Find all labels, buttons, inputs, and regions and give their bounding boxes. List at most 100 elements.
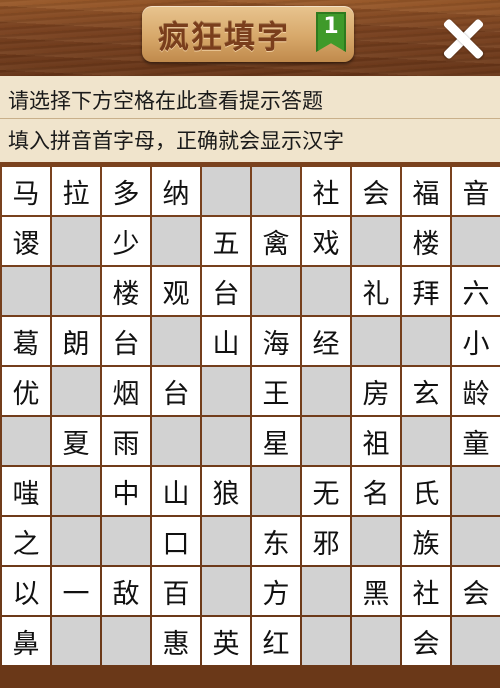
grid-cell-empty[interactable] — [302, 367, 350, 415]
grid-cell-filled: 纳 — [152, 167, 200, 215]
game-title: 疯狂填字 — [158, 20, 290, 56]
grid-cell-filled: 星 — [252, 417, 300, 465]
grid-cell-filled: 观 — [152, 267, 200, 315]
grid-cell-empty[interactable] — [452, 467, 500, 515]
hint-line-2: 填入拼音首字母，正确就会显示汉字 — [8, 129, 344, 153]
grid-cell-filled: 童 — [452, 417, 500, 465]
grid-cell-filled: 禽 — [252, 217, 300, 265]
hint-line-1: 请选择下方空格在此查看提示答题 — [8, 89, 323, 113]
level-badge: 1 — [316, 12, 346, 52]
crossword-board: 马拉多纳社会福音谡少五禽戏楼楼观台礼拜六葛朗台山海经小优烟台王房玄龄夏雨星祖童嗤… — [0, 162, 500, 688]
grid-cell-empty[interactable] — [102, 617, 150, 665]
grid-cell-filled: 邪 — [302, 517, 350, 565]
grid-cell-filled: 百 — [152, 567, 200, 615]
grid-cell-filled: 氏 — [402, 467, 450, 515]
grid-cell-filled: 夏 — [52, 417, 100, 465]
grid-cell-empty[interactable] — [202, 517, 250, 565]
grid-cell-filled: 社 — [402, 567, 450, 615]
grid-cell-filled: 朗 — [52, 317, 100, 365]
grid-cell-filled: 鼻 — [2, 617, 50, 665]
grid-cell-filled: 楼 — [102, 267, 150, 315]
grid-cell-filled: 祖 — [352, 417, 400, 465]
grid-cell-filled: 社 — [302, 167, 350, 215]
grid-cell-empty[interactable] — [452, 617, 500, 665]
grid-cell-filled: 王 — [252, 367, 300, 415]
grid-cell-filled: 山 — [202, 317, 250, 365]
grid-cell-empty[interactable] — [202, 567, 250, 615]
grid-cell-empty[interactable] — [202, 417, 250, 465]
grid-cell-filled: 惠 — [152, 617, 200, 665]
grid-cell-empty[interactable] — [252, 167, 300, 215]
grid-cell-filled: 葛 — [2, 317, 50, 365]
grid-cell-filled: 房 — [352, 367, 400, 415]
grid-cell-empty[interactable] — [352, 617, 400, 665]
grid-cell-empty[interactable] — [152, 317, 200, 365]
grid-cell-empty[interactable] — [452, 217, 500, 265]
grid-cell-filled: 红 — [252, 617, 300, 665]
grid-cell-filled: 族 — [402, 517, 450, 565]
grid-cell-empty[interactable] — [352, 217, 400, 265]
grid-cell-filled: 海 — [252, 317, 300, 365]
grid-cell-empty[interactable] — [352, 517, 400, 565]
grid-cell-empty[interactable] — [402, 417, 450, 465]
hint-divider — [0, 118, 500, 119]
hint-panel: 请选择下方空格在此查看提示答题 填入拼音首字母，正确就会显示汉字 — [0, 76, 500, 162]
grid-cell-filled: 口 — [152, 517, 200, 565]
grid-cell-filled: 台 — [102, 317, 150, 365]
grid-cell-empty[interactable] — [52, 467, 100, 515]
grid-cell-filled: 会 — [452, 567, 500, 615]
grid-cell-filled: 拉 — [52, 167, 100, 215]
close-x-icon[interactable] — [438, 14, 488, 64]
grid-cell-filled: 嗤 — [2, 467, 50, 515]
grid-cell-filled: 山 — [152, 467, 200, 515]
grid-cell-empty[interactable] — [252, 467, 300, 515]
grid-cell-filled: 黑 — [352, 567, 400, 615]
grid-cell-empty[interactable] — [152, 217, 200, 265]
grid-cell-empty[interactable] — [202, 367, 250, 415]
grid-cell-filled: 少 — [102, 217, 150, 265]
grid-cell-filled: 谡 — [2, 217, 50, 265]
grid-cell-empty[interactable] — [52, 217, 100, 265]
grid-cell-filled: 优 — [2, 367, 50, 415]
grid-cell-filled: 台 — [202, 267, 250, 315]
grid-cell-filled: 音 — [452, 167, 500, 215]
grid-cell-empty[interactable] — [2, 417, 50, 465]
grid-cell-empty[interactable] — [452, 517, 500, 565]
grid-cell-filled: 六 — [452, 267, 500, 315]
grid-cell-empty[interactable] — [302, 267, 350, 315]
grid-cell-filled: 玄 — [402, 367, 450, 415]
grid-cell-filled: 多 — [102, 167, 150, 215]
grid-cell-filled: 小 — [452, 317, 500, 365]
grid-cell-empty[interactable] — [52, 617, 100, 665]
grid-cell-filled: 以 — [2, 567, 50, 615]
grid-cell-empty[interactable] — [2, 267, 50, 315]
grid-cell-filled: 拜 — [402, 267, 450, 315]
grid-cell-filled: 福 — [402, 167, 450, 215]
grid-cell-filled: 中 — [102, 467, 150, 515]
grid-cell-filled: 狼 — [202, 467, 250, 515]
grid-cell-empty[interactable] — [152, 417, 200, 465]
grid-cell-filled: 无 — [302, 467, 350, 515]
grid-cell-filled: 会 — [352, 167, 400, 215]
grid-cell-filled: 经 — [302, 317, 350, 365]
grid-cell-filled: 雨 — [102, 417, 150, 465]
grid-cell-filled: 龄 — [452, 367, 500, 415]
grid-cell-empty[interactable] — [252, 267, 300, 315]
grid-cell-empty[interactable] — [402, 317, 450, 365]
grid-cell-empty[interactable] — [52, 367, 100, 415]
grid-cell-filled: 戏 — [302, 217, 350, 265]
grid-cell-empty[interactable] — [352, 317, 400, 365]
grid-cell-empty[interactable] — [52, 517, 100, 565]
grid-cell-empty[interactable] — [302, 417, 350, 465]
grid-cell-filled: 五 — [202, 217, 250, 265]
grid-cell-empty[interactable] — [302, 567, 350, 615]
crossword-grid: 马拉多纳社会福音谡少五禽戏楼楼观台礼拜六葛朗台山海经小优烟台王房玄龄夏雨星祖童嗤… — [2, 167, 500, 665]
grid-cell-filled: 会 — [402, 617, 450, 665]
grid-cell-empty[interactable] — [302, 617, 350, 665]
grid-cell-empty[interactable] — [102, 517, 150, 565]
level-number: 1 — [323, 14, 339, 39]
grid-cell-filled: 台 — [152, 367, 200, 415]
grid-cell-filled: 马 — [2, 167, 50, 215]
grid-cell-empty[interactable] — [52, 267, 100, 315]
grid-cell-empty[interactable] — [202, 167, 250, 215]
